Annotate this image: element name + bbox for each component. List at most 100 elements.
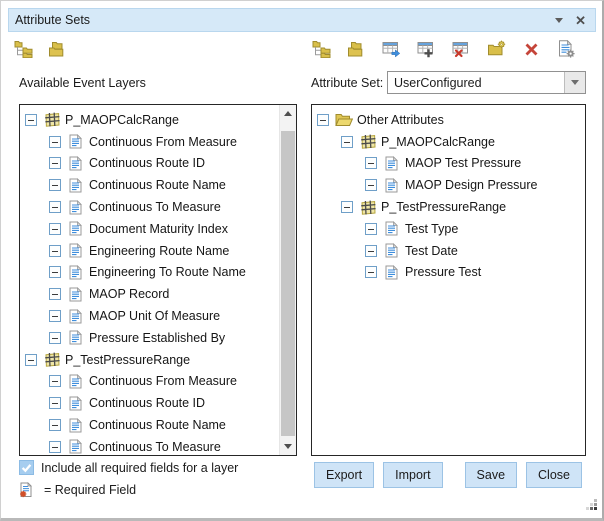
required-field-icon [16, 482, 35, 498]
scroll-down-button[interactable] [280, 438, 296, 455]
event-layer-icon [42, 112, 61, 127]
scroll-up-button[interactable] [280, 105, 296, 122]
tree-row[interactable]: P_TestPressureRange [312, 196, 585, 218]
expand-all-attributes-button[interactable] [313, 37, 333, 61]
add-all-attributes-button[interactable] [418, 37, 438, 61]
collapse-expander-icon[interactable] [365, 245, 377, 257]
collapse-expander-icon[interactable] [49, 245, 61, 257]
required-field-label: = Required Field [44, 483, 136, 497]
collapse-expander-icon[interactable] [49, 441, 61, 453]
collapse-all-attributes-button[interactable] [348, 37, 368, 61]
field-icon [382, 178, 401, 193]
save-button[interactable]: Save [465, 462, 518, 488]
collapse-expander-icon[interactable] [341, 201, 353, 213]
collapse-expander-icon[interactable] [365, 157, 377, 169]
field-icon [66, 330, 85, 345]
table-x-icon [452, 40, 471, 58]
close-button[interactable]: Close [526, 462, 582, 488]
available-layers-tree: P_MAOPCalcRangeContinuous From MeasureCo… [20, 105, 279, 455]
table-plus-icon [417, 40, 436, 58]
tree-row[interactable]: Engineering To Route Name [20, 262, 279, 284]
attribute-set-properties-button[interactable] [558, 37, 578, 61]
collapse-expander-icon[interactable] [365, 179, 377, 191]
collapse-expander-icon[interactable] [49, 375, 61, 387]
new-attribute-set-button[interactable] [488, 37, 508, 61]
dropdown-arrow-button[interactable] [564, 72, 585, 93]
field-icon [66, 439, 85, 454]
remove-attribute-button[interactable] [453, 37, 473, 61]
expand-all-layers-button[interactable] [15, 37, 35, 61]
tree-row[interactable]: Continuous Route ID [20, 392, 279, 414]
tree-row[interactable]: Other Attributes [312, 109, 585, 131]
tree-item-label: P_TestPressureRange [65, 353, 190, 367]
add-attribute-to-set-button[interactable] [383, 37, 403, 61]
vertical-scrollbar[interactable] [279, 105, 296, 455]
collapse-expander-icon[interactable] [25, 114, 37, 126]
tree-row[interactable]: Continuous To Measure [20, 436, 279, 455]
collapse-expander-icon[interactable] [49, 288, 61, 300]
tree-item-label: Other Attributes [357, 113, 444, 127]
collapse-expander-icon[interactable] [365, 266, 377, 278]
tree-row[interactable]: Continuous Route Name [20, 174, 279, 196]
delete-attribute-set-button[interactable] [523, 37, 543, 61]
field-icon [382, 156, 401, 171]
collapse-expander-icon[interactable] [49, 201, 61, 213]
tree-row[interactable]: Pressure Test [312, 262, 585, 284]
collapse-expander-icon[interactable] [49, 266, 61, 278]
collapse-expander-icon[interactable] [365, 223, 377, 235]
tree-item-label: P_TestPressureRange [381, 200, 506, 214]
titlebar-controls: ✕ [555, 14, 595, 27]
tree-row[interactable]: Continuous To Measure [20, 196, 279, 218]
tree-item-label: Continuous From Measure [89, 374, 237, 388]
field-icon [66, 134, 85, 149]
tree-row[interactable]: P_MAOPCalcRange [20, 109, 279, 131]
resize-grip-icon[interactable] [585, 498, 599, 512]
attribute-set-tree: Other Attributes P_MAOPCalcRangeMAOP Test… [312, 105, 585, 455]
collapse-all-layers-button[interactable] [49, 37, 69, 61]
tree-item-label: Test Date [405, 244, 458, 258]
tree-row[interactable]: Engineering Route Name [20, 240, 279, 262]
include-required-fields-checkbox[interactable] [19, 460, 34, 475]
tree-item-label: Continuous Route ID [89, 396, 205, 410]
doc-gear-icon [557, 40, 576, 58]
collapse-expander-icon[interactable] [49, 419, 61, 431]
scrollbar-thumb[interactable] [281, 131, 295, 436]
tree-row[interactable]: Continuous From Measure [20, 371, 279, 393]
tree-row[interactable]: MAOP Design Pressure [312, 174, 585, 196]
tree-row[interactable]: Continuous From Measure [20, 131, 279, 153]
tree-item-label: Continuous To Measure [89, 200, 221, 214]
collapse-expander-icon[interactable] [49, 332, 61, 344]
collapse-expander-icon[interactable] [25, 354, 37, 366]
export-button[interactable]: Export [314, 462, 374, 488]
collapse-expander-icon[interactable] [49, 310, 61, 322]
tree-row[interactable]: Continuous Route ID [20, 153, 279, 175]
field-icon [382, 221, 401, 236]
tree-row[interactable]: P_MAOPCalcRange [312, 131, 585, 153]
collapse-dialog-icon[interactable] [555, 18, 563, 23]
tree-row[interactable]: Continuous Route Name [20, 414, 279, 436]
tree-row[interactable]: MAOP Unit Of Measure [20, 305, 279, 327]
attribute-set-dropdown[interactable]: UserConfigured [387, 71, 586, 94]
attribute-set-value[interactable]: UserConfigured [388, 72, 564, 93]
collapse-expander-icon[interactable] [49, 136, 61, 148]
tree-row[interactable]: Test Type [312, 218, 585, 240]
collapse-expander-icon[interactable] [49, 157, 61, 169]
collapse-expander-icon[interactable] [341, 136, 353, 148]
tree-row[interactable]: Document Maturity Index [20, 218, 279, 240]
collapse-expander-icon[interactable] [49, 179, 61, 191]
field-icon [66, 178, 85, 193]
collapse-expander-icon[interactable] [49, 223, 61, 235]
tree-row[interactable]: MAOP Record [20, 283, 279, 305]
tree-row[interactable]: Pressure Established By [20, 327, 279, 349]
commit-buttons: Save Close [465, 462, 582, 488]
tree-row[interactable]: MAOP Test Pressure [312, 153, 585, 175]
close-dialog-icon[interactable]: ✕ [575, 14, 586, 27]
tree-row[interactable]: Test Date [312, 240, 585, 262]
tree-item-label: P_MAOPCalcRange [65, 113, 179, 127]
layers-toolbar [15, 37, 69, 61]
collapse-expander-icon[interactable] [49, 397, 61, 409]
tree-row[interactable]: P_TestPressureRange [20, 349, 279, 371]
tree-item-label: Test Type [405, 222, 458, 236]
collapse-expander-icon[interactable] [317, 114, 329, 126]
import-button[interactable]: Import [383, 462, 442, 488]
